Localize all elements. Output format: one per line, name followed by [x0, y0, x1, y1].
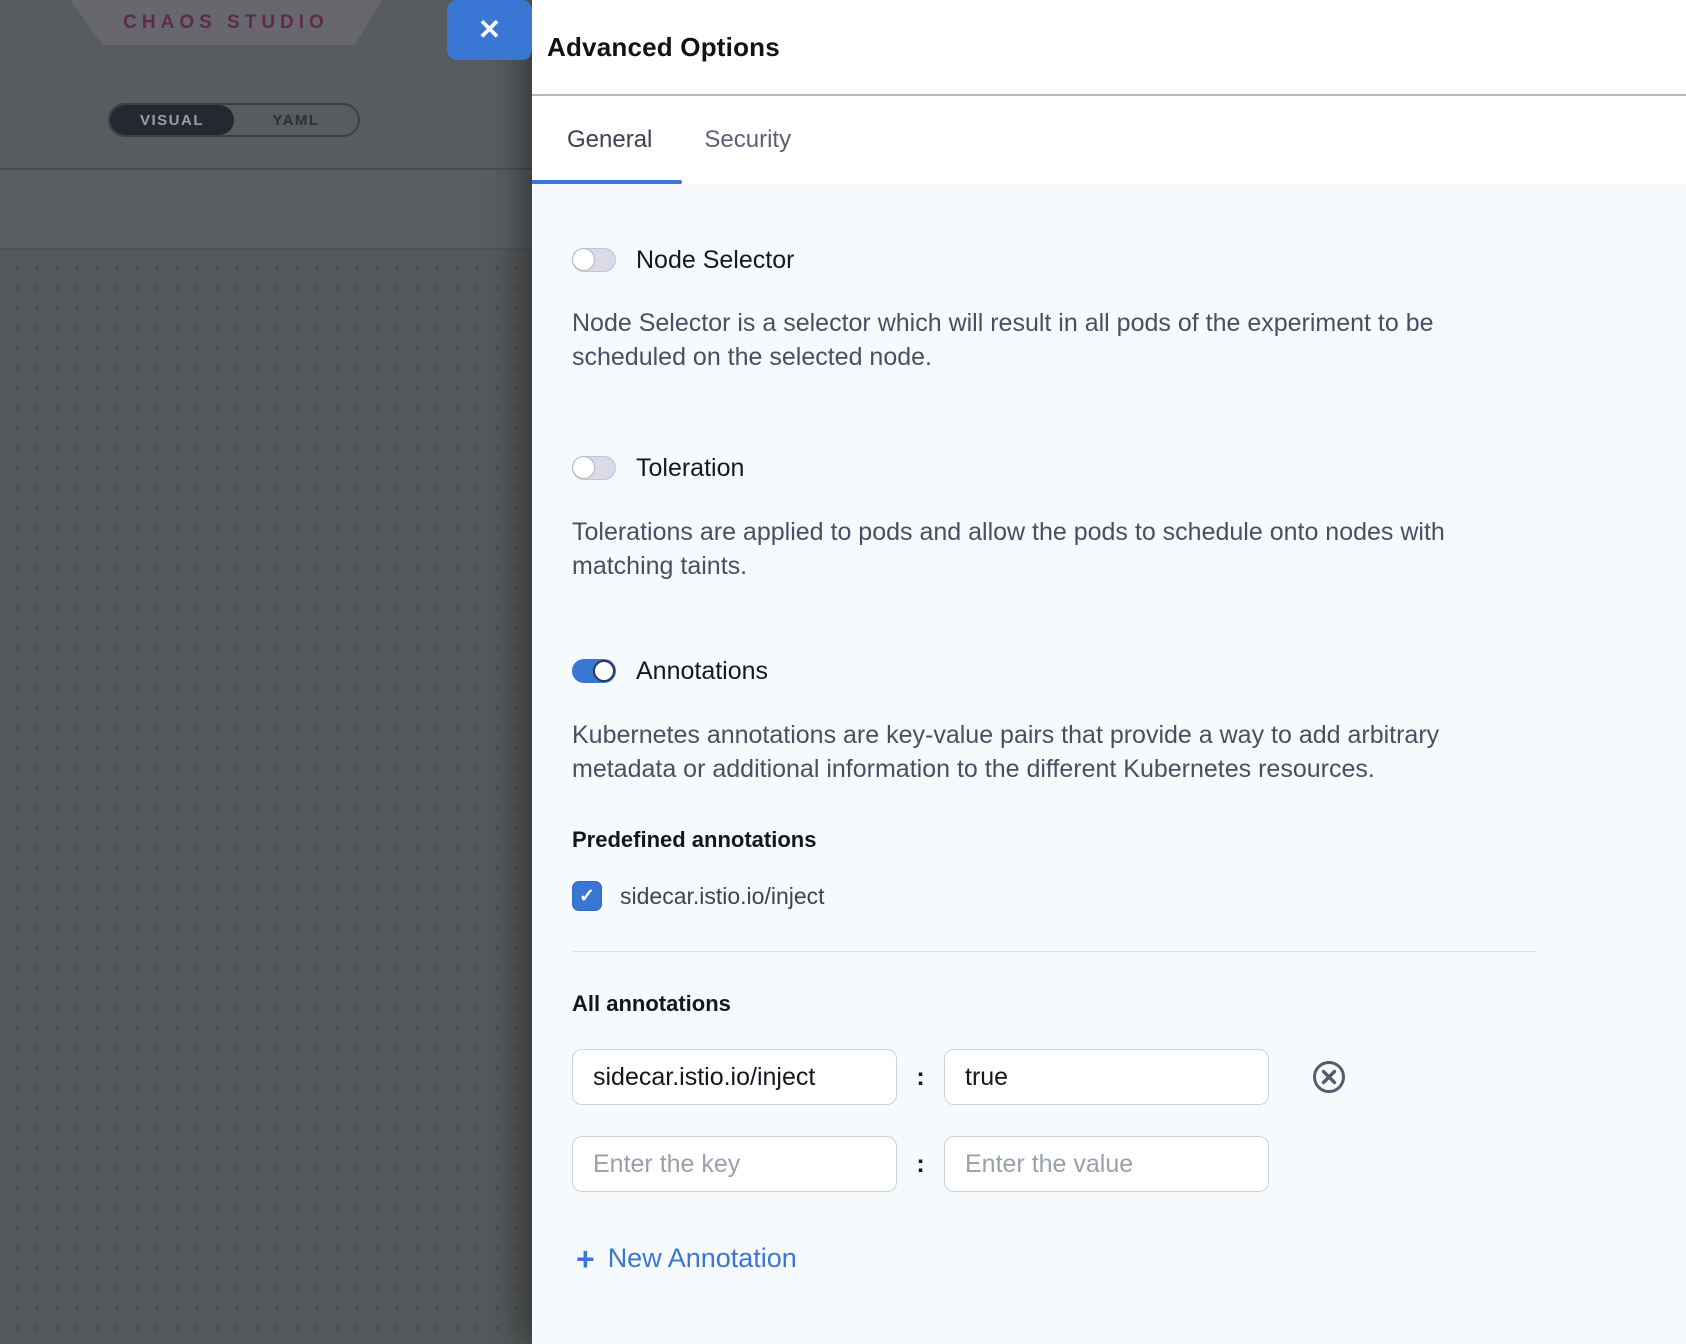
tab-yaml: YAML [234, 105, 358, 135]
sidecar-inject-checkbox[interactable]: ✓ [572, 881, 602, 911]
new-annotation-label: New Annotation [608, 1243, 797, 1274]
section-divider [572, 951, 1536, 952]
annotations-label: Annotations [636, 657, 768, 686]
toleration-toggle[interactable] [572, 456, 616, 480]
tab-security[interactable]: Security [704, 126, 791, 154]
circle-x-icon [1312, 1060, 1346, 1094]
checkmark-icon: ✓ [579, 885, 595, 908]
chaos-studio-banner: CHAOS STUDIO [70, 0, 382, 45]
toggle-knob [572, 248, 595, 271]
visual-yaml-toggle: VISUAL YAML [108, 103, 360, 137]
toolbar-second-row [0, 170, 532, 249]
dimmed-background-overlay: CHAOS STUDIO VISUAL YAML [0, 0, 532, 1344]
annotation-row-empty: : [572, 1136, 1536, 1192]
close-icon: ✕ [478, 16, 501, 44]
active-tab-underline [532, 180, 682, 184]
node-selector-description: Node Selector is a selector which will r… [572, 306, 1536, 374]
annotations-description: Kubernetes annotations are key-value pai… [572, 718, 1536, 786]
drawer-tabs: General Security [532, 96, 1686, 184]
annotations-toggle[interactable] [572, 659, 616, 683]
key-value-separator: : [897, 1063, 944, 1092]
page-title: Advanced Options [547, 32, 780, 63]
annotations-row: Annotations [572, 658, 1536, 684]
node-selector-row: Node Selector [572, 247, 1536, 273]
all-annotations-heading: All annotations [572, 991, 1536, 1017]
advanced-options-drawer: Advanced Options General Security Node S… [532, 0, 1686, 1344]
chaos-studio-label: CHAOS STUDIO [123, 12, 329, 34]
toleration-label: Toleration [636, 454, 744, 483]
node-selector-label: Node Selector [636, 246, 794, 275]
plus-icon: + [576, 1246, 595, 1272]
experiment-canvas [0, 250, 532, 1344]
sidecar-inject-label: sidecar.istio.io/inject [620, 883, 825, 910]
annotation-key-input[interactable] [572, 1049, 897, 1105]
node-selector-toggle[interactable] [572, 248, 616, 272]
annotation-row: : [572, 1049, 1536, 1105]
toleration-description: Tolerations are applied to pods and allo… [572, 515, 1536, 583]
predefined-annotations-heading: Predefined annotations [572, 827, 1536, 853]
toggle-knob [572, 456, 595, 479]
new-annotation-button[interactable]: + New Annotation [576, 1243, 1536, 1274]
annotation-value-input[interactable] [944, 1049, 1269, 1105]
toggle-knob [593, 660, 615, 682]
remove-annotation-button[interactable] [1312, 1060, 1346, 1094]
general-tab-content: Node Selector Node Selector is a selecto… [532, 184, 1686, 1344]
tab-visual: VISUAL [110, 105, 234, 135]
annotation-key-input[interactable] [572, 1136, 897, 1192]
annotation-value-input[interactable] [944, 1136, 1269, 1192]
predefined-annotation-item: ✓ sidecar.istio.io/inject [572, 881, 1536, 911]
toleration-row: Toleration [572, 455, 1536, 481]
close-drawer-button[interactable]: ✕ [447, 0, 532, 60]
drawer-header: Advanced Options [532, 0, 1686, 96]
key-value-separator: : [897, 1150, 944, 1179]
tab-general[interactable]: General [567, 126, 652, 154]
